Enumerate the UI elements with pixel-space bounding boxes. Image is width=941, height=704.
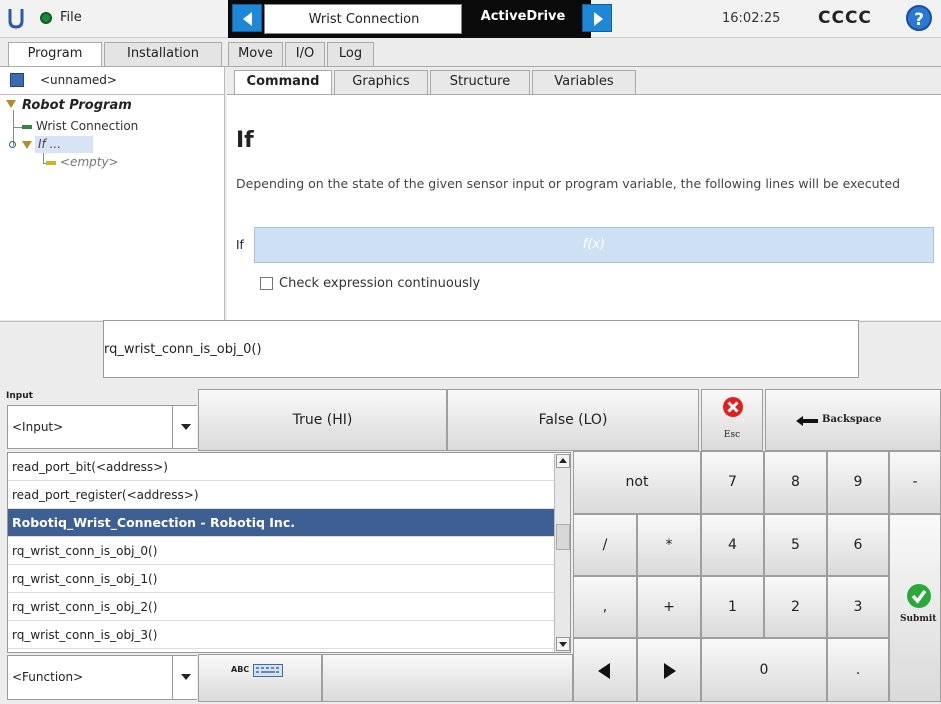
function-select[interactable]: <Function> <box>7 655 197 700</box>
arrow-right-icon <box>594 12 603 26</box>
list-item[interactable]: rq_wrist_conn_is_obj_1() <box>8 565 554 593</box>
scroll-up-button[interactable] <box>556 454 570 468</box>
list-item-selected[interactable]: Robotiq_Wrist_Connection - Robotiq Inc. <box>8 509 554 537</box>
tab-log[interactable]: Log <box>327 42 374 66</box>
digit-3-button[interactable]: 3 <box>827 576 889 638</box>
input-label: Input <box>6 391 33 401</box>
input-select[interactable]: <Input> <box>7 405 197 449</box>
ur-logo-icon <box>8 9 24 29</box>
check-continuously-checkbox[interactable] <box>260 277 273 290</box>
minus-button[interactable]: - <box>889 451 941 514</box>
esc-button[interactable]: Esc <box>701 389 763 451</box>
submit-check-icon <box>907 584 931 608</box>
list-item[interactable]: rq_wrist_conn_is_obj_3() <box>8 621 554 649</box>
digit-6-button[interactable]: 6 <box>827 514 889 576</box>
input-select-value: <Input> <box>12 420 64 434</box>
abc-keyboard-button[interactable]: ABC <box>198 654 322 702</box>
subtab-command[interactable]: Command <box>234 70 332 94</box>
arrow-left-icon <box>598 663 610 679</box>
digit-9-button[interactable]: 9 <box>827 451 889 514</box>
if-expression-field[interactable]: f(x) <box>254 227 934 263</box>
digit-8-button[interactable]: 8 <box>764 451 827 514</box>
tree-connector <box>43 153 44 163</box>
command-description: Depending on the state of the given sens… <box>236 176 901 191</box>
digit-2-button[interactable]: 2 <box>764 576 827 638</box>
arrow-up-icon <box>559 458 567 463</box>
chevron-down-icon[interactable] <box>172 406 197 448</box>
cursor-left-button[interactable] <box>573 638 637 702</box>
false-lo-button[interactable]: False (LO) <box>447 389 699 451</box>
if-node-marker-icon <box>9 141 16 148</box>
chevron-down-icon[interactable] <box>172 656 197 699</box>
expression-text: rq_wrist_conn_is_obj_0() <box>104 342 262 357</box>
arrow-down-icon <box>559 642 567 647</box>
subtab-structure[interactable]: Structure <box>430 70 530 94</box>
arrow-right-icon <box>664 663 676 679</box>
nav-current-label: Wrist Connection <box>308 12 420 27</box>
digit-4-button[interactable]: 4 <box>701 514 764 576</box>
check-continuously-label: Check expression continuously <box>279 276 481 291</box>
list-item[interactable]: read_port_register(<address>) <box>8 481 554 509</box>
subtab-graphics[interactable]: Graphics <box>334 70 428 94</box>
robot-name: CCCC <box>818 8 872 28</box>
tab-io[interactable]: I/O <box>285 42 325 66</box>
function-select-value: <Function> <box>12 670 84 684</box>
wrist-node-icon <box>22 125 32 129</box>
scroll-thumb[interactable] <box>556 524 570 550</box>
tree-item-empty[interactable]: <empty> <box>60 155 119 169</box>
nav-current-node[interactable]: Wrist Connection <box>264 4 462 34</box>
list-item[interactable]: read_port_bit(<address>) <box>8 453 554 481</box>
nav-previous-button[interactable] <box>232 4 262 32</box>
abc-label: ABC <box>231 665 250 674</box>
keyboard-icon <box>253 664 283 677</box>
multiply-button[interactable]: * <box>637 514 701 576</box>
clock: 16:02:25 <box>722 11 781 26</box>
tab-installation[interactable]: Installation <box>104 42 222 66</box>
save-icon[interactable] <box>10 73 24 87</box>
backspace-label: Backspace <box>822 414 882 425</box>
nav-next-node[interactable]: ActiveDrive <box>466 9 580 24</box>
command-title: If <box>236 128 254 153</box>
program-filename: <unnamed> <box>40 73 117 87</box>
list-item[interactable]: rq_wrist_conn_is_obj_0() <box>8 537 554 565</box>
arrow-left-icon <box>243 12 252 26</box>
tree-item-wrist-connection[interactable]: Wrist Connection <box>36 119 138 133</box>
if-expand-triangle-icon[interactable] <box>22 141 32 149</box>
backspace-arrow-icon <box>796 416 818 426</box>
tree-divider <box>0 94 225 95</box>
plus-button[interactable]: + <box>637 576 701 638</box>
subtab-variables[interactable]: Variables <box>532 70 636 94</box>
scroll-down-button[interactable] <box>556 637 570 651</box>
function-list[interactable]: read_port_bit(<address>) read_port_regis… <box>7 452 571 653</box>
help-icon[interactable]: ? <box>906 5 932 31</box>
submit-label: Submit <box>900 614 937 624</box>
esc-label: Esc <box>723 430 741 440</box>
decimal-button[interactable]: . <box>827 638 889 702</box>
tab-program[interactable]: Program <box>8 42 102 67</box>
esc-cancel-icon <box>723 397 743 417</box>
tab-move[interactable]: Move <box>228 42 283 66</box>
file-menu[interactable]: File <box>60 10 82 25</box>
function-list-scrollbar[interactable] <box>554 454 570 652</box>
blank-key <box>322 654 573 702</box>
empty-node-icon <box>46 161 56 165</box>
tree-item-if[interactable]: If ... <box>38 137 61 151</box>
expand-triangle-icon[interactable] <box>6 100 16 108</box>
digit-0-button[interactable]: 0 <box>701 638 827 702</box>
digit-1-button[interactable]: 1 <box>701 576 764 638</box>
true-hi-button[interactable]: True (HI) <box>198 389 447 451</box>
if-label: If <box>236 238 244 252</box>
backspace-button[interactable]: Backspace <box>765 389 941 451</box>
digit-7-button[interactable]: 7 <box>701 451 764 514</box>
not-button[interactable]: not <box>573 451 701 514</box>
nav-next-button[interactable] <box>582 4 612 32</box>
comma-button[interactable]: , <box>573 576 637 638</box>
digit-5-button[interactable]: 5 <box>764 514 827 576</box>
submit-button[interactable]: Submit <box>889 514 941 702</box>
cursor-right-button[interactable] <box>637 638 701 702</box>
tree-root-robot-program[interactable]: Robot Program <box>22 98 132 113</box>
divide-button[interactable]: / <box>573 514 637 576</box>
file-status-icon[interactable] <box>40 12 52 24</box>
list-item[interactable]: rq_wrist_conn_is_obj_2() <box>8 593 554 621</box>
